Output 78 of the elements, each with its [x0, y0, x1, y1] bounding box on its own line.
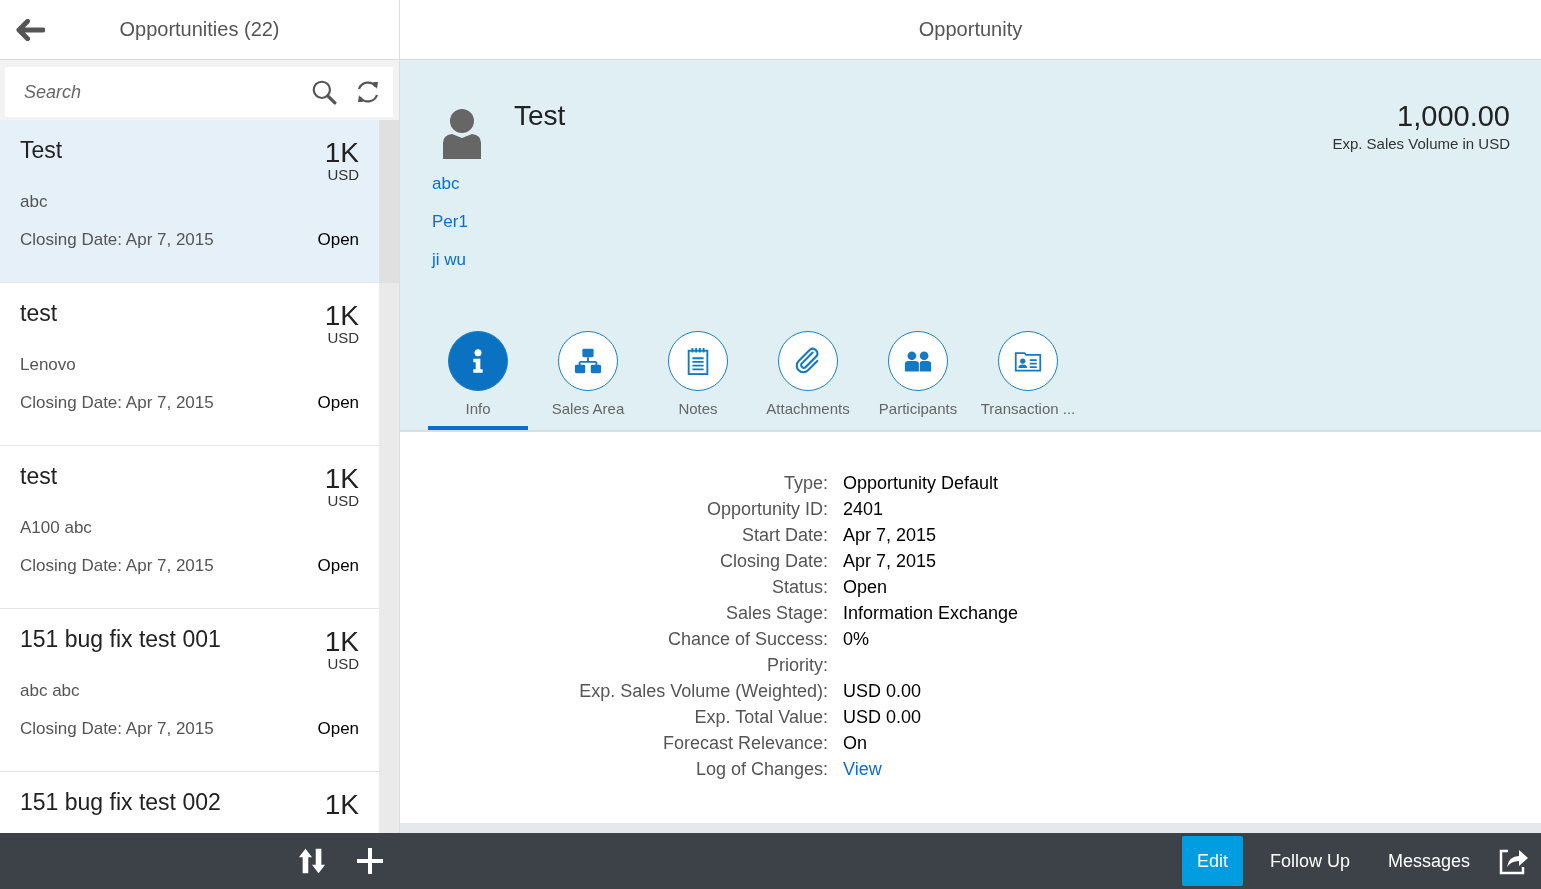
- scrollbar[interactable]: [379, 120, 399, 833]
- status-label: Open: [317, 719, 360, 739]
- opportunity-amount: 1K: [324, 463, 360, 495]
- footer-button[interactable]: Messages: [1372, 836, 1485, 886]
- closing-date: Closing Date: Apr 7, 2015: [20, 230, 214, 250]
- sales-volume: 1,000.00: [1397, 100, 1510, 133]
- currency-label: USD: [327, 329, 360, 346]
- section-tab[interactable]: Notes: [648, 330, 748, 430]
- closing-date: Closing Date: Apr 7, 2015: [20, 719, 214, 739]
- opportunity-name: Test: [514, 100, 566, 132]
- opportunity-amount: 1K: [324, 137, 360, 169]
- person-icon: [442, 107, 482, 159]
- field-value: Open: [843, 576, 889, 598]
- field-value: Apr 7, 2015: [843, 524, 938, 546]
- contact-link[interactable]: Per1: [432, 211, 468, 233]
- section-tab[interactable]: Info: [428, 330, 528, 430]
- field-label: Chance of Success:: [666, 628, 828, 650]
- field-label: Priority:: [766, 654, 828, 676]
- hierarchy-icon: [574, 347, 602, 375]
- field-value: Opportunity Default: [843, 472, 1000, 494]
- closing-date: Closing Date: Apr 7, 2015: [20, 556, 214, 576]
- view-link[interactable]: View: [843, 758, 882, 780]
- field-value: On: [843, 732, 868, 754]
- contact-link[interactable]: ji wu: [432, 249, 466, 271]
- field-label: Sales Stage:: [724, 602, 828, 624]
- refresh-icon[interactable]: [355, 79, 381, 105]
- search-bar[interactable]: Search: [5, 67, 393, 117]
- section-tab[interactable]: Attachments: [758, 330, 858, 430]
- paperclip-icon: [794, 347, 822, 375]
- field-label: Type:: [782, 472, 828, 494]
- back-icon[interactable]: [16, 18, 45, 41]
- status-label: Open: [317, 556, 360, 576]
- opportunity-item[interactable]: Test 1K USD abc Closing Date: Apr 7, 2015 Open: [0, 120, 380, 283]
- field-label: Log of Changes:: [694, 758, 828, 780]
- opportunity-amount: 1K: [324, 300, 360, 332]
- opportunity-title: Test: [20, 137, 63, 164]
- field-label: Opportunity ID:: [705, 498, 828, 520]
- opportunity-amount: 1K: [324, 626, 360, 658]
- section-tab[interactable]: Transaction ...: [978, 330, 1078, 430]
- section-tab[interactable]: Participants: [868, 330, 968, 430]
- opportunity-title: 151 bug fix test 001: [20, 626, 221, 653]
- sort-icon[interactable]: [298, 847, 326, 875]
- field-label: Status:: [770, 576, 828, 598]
- add-icon[interactable]: [356, 847, 384, 875]
- field-label: Exp. Sales Volume (Weighted):: [578, 680, 828, 702]
- field-label: Exp. Total Value:: [693, 706, 828, 728]
- currency-label: USD: [327, 492, 360, 509]
- field-value: 2401: [843, 498, 885, 520]
- field-label: Start Date:: [740, 524, 828, 546]
- account-name: abc: [20, 192, 49, 212]
- field-label: Closing Date:: [718, 550, 828, 572]
- contact-link[interactable]: abc: [432, 173, 460, 195]
- page-title: Opportunity: [918, 18, 1023, 41]
- status-label: Open: [317, 393, 360, 413]
- sales-volume-label: Exp. Sales Volume in USD: [1332, 135, 1510, 152]
- field-value: USD 0.00: [843, 680, 923, 702]
- opportunity-title: 151 bug fix test 002: [20, 789, 221, 816]
- field-value: Information Exchange: [843, 602, 1020, 624]
- account-name: A100 abc: [20, 518, 93, 538]
- opportunity-title: test: [20, 300, 58, 327]
- footer-button[interactable]: Follow Up: [1254, 836, 1365, 886]
- field-value: Apr 7, 2015: [843, 550, 938, 572]
- footer-button[interactable]: Edit: [1181, 836, 1243, 886]
- opportunity-title: test: [20, 463, 58, 490]
- currency-label: USD: [327, 166, 360, 183]
- share-icon[interactable]: [1499, 847, 1529, 875]
- section-tab[interactable]: Sales Area: [538, 330, 638, 430]
- account-name: abc abc: [20, 681, 81, 701]
- account-name: Lenovo: [20, 355, 77, 375]
- search-icon[interactable]: [311, 79, 337, 105]
- closing-date: Closing Date: Apr 7, 2015: [20, 393, 214, 413]
- list-title: Opportunities (22): [119, 18, 280, 41]
- status-label: Open: [317, 230, 360, 250]
- field-value: 0%: [843, 628, 870, 650]
- currency-label: USD: [327, 655, 360, 672]
- opportunity-amount: 1K: [324, 789, 360, 821]
- field-label: Forecast Relevance:: [661, 732, 828, 754]
- field-value: USD 0.00: [843, 706, 923, 728]
